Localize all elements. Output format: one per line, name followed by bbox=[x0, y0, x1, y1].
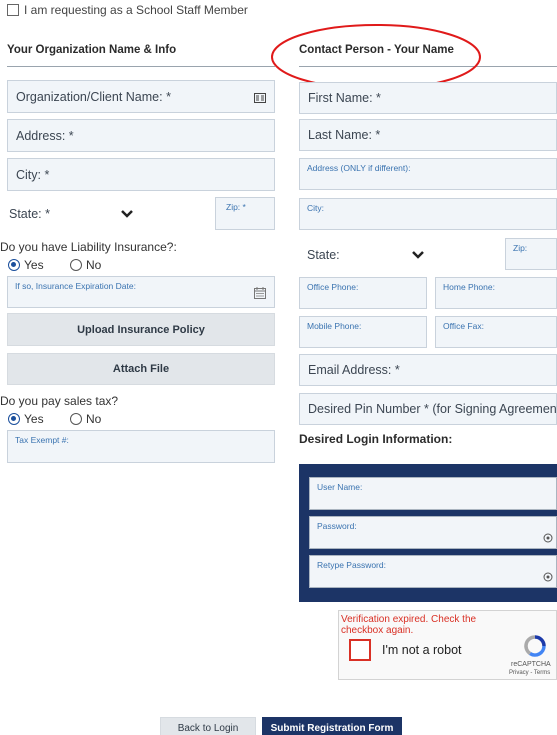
password-input[interactable]: Password: bbox=[309, 516, 557, 549]
org-section-title: Your Organization Name & Info bbox=[7, 44, 177, 56]
contact-city-label: City: bbox=[307, 203, 324, 213]
org-state-select[interactable]: State: * bbox=[7, 197, 147, 231]
liability-yes-radio[interactable] bbox=[8, 259, 20, 271]
pin-input[interactable]: Desired Pin Number * (for Signing Agreem… bbox=[299, 393, 557, 425]
chevron-down-icon bbox=[412, 251, 424, 259]
staff-checkbox[interactable] bbox=[7, 4, 19, 16]
login-section-title: Desired Login Information: bbox=[299, 432, 453, 446]
org-zip-label: Zip: * bbox=[226, 202, 246, 212]
contact-address-label: Address (ONLY if different): bbox=[307, 163, 411, 173]
calendar-icon bbox=[254, 287, 266, 299]
sales-tax-yes-label: Yes bbox=[24, 412, 44, 426]
submit-registration-button[interactable]: Submit Registration Form bbox=[262, 717, 402, 735]
pin-placeholder: Desired Pin Number * (for Signing Agreem… bbox=[308, 402, 557, 416]
office-fax-input[interactable]: Office Fax: bbox=[435, 316, 557, 348]
mobile-phone-label: Mobile Phone: bbox=[307, 321, 362, 331]
mobile-phone-input[interactable]: Mobile Phone: bbox=[299, 316, 427, 348]
org-address-placeholder: Address: * bbox=[16, 128, 74, 143]
back-to-login-button[interactable]: Back to Login bbox=[160, 717, 256, 735]
contact-zip-label: Zip: bbox=[513, 243, 528, 253]
org-name-placeholder: Organization/Client Name: * bbox=[16, 89, 171, 104]
contact-state-placeholder: State: bbox=[307, 248, 340, 262]
org-section-divider bbox=[7, 66, 275, 67]
liability-no-radio[interactable] bbox=[70, 259, 82, 271]
contact-address-input[interactable]: Address (ONLY if different): bbox=[299, 158, 557, 190]
email-input[interactable]: Email Address: * bbox=[299, 354, 557, 386]
insurance-expiration-input[interactable]: If so, Insurance Expiration Date: bbox=[7, 276, 275, 308]
recaptcha-logo-icon bbox=[524, 635, 546, 657]
recaptcha-checkbox[interactable] bbox=[349, 639, 371, 661]
insurance-expiration-label: If so, Insurance Expiration Date: bbox=[15, 281, 136, 291]
org-name-input[interactable]: Organization/Client Name: * bbox=[7, 80, 275, 113]
username-label: User Name: bbox=[317, 482, 363, 492]
sales-tax-no-radio[interactable] bbox=[70, 413, 82, 425]
contact-zip-input[interactable]: Zip: bbox=[505, 238, 557, 270]
org-state-placeholder: State: * bbox=[9, 207, 50, 221]
email-placeholder: Email Address: * bbox=[308, 363, 400, 377]
retype-password-label: Retype Password: bbox=[317, 560, 386, 570]
recaptcha-brand: reCAPTCHA bbox=[511, 661, 551, 668]
login-info-panel: User Name: Password: Retype Password: bbox=[299, 464, 557, 602]
attach-file-button[interactable]: Attach File bbox=[7, 353, 275, 385]
recaptcha-widget: Verification expired. Check the checkbox… bbox=[338, 610, 557, 680]
contact-card-icon bbox=[254, 93, 266, 103]
eye-icon[interactable] bbox=[543, 533, 553, 543]
home-phone-input[interactable]: Home Phone: bbox=[435, 277, 557, 309]
liability-yes-label: Yes bbox=[24, 258, 44, 272]
office-phone-input[interactable]: Office Phone: bbox=[299, 277, 427, 309]
recaptcha-privacy-terms-links[interactable]: Privacy - Terms bbox=[509, 670, 550, 676]
first-name-placeholder: First Name: * bbox=[308, 91, 381, 105]
last-name-placeholder: Last Name: * bbox=[308, 128, 381, 142]
recaptcha-checkbox-label: I'm not a robot bbox=[382, 643, 462, 657]
contact-state-select[interactable]: State: bbox=[299, 238, 439, 272]
home-phone-label: Home Phone: bbox=[443, 282, 495, 292]
liability-question: Do you have Liability Insurance?: bbox=[0, 240, 177, 254]
sales-tax-no-label: No bbox=[86, 412, 102, 426]
contact-city-input[interactable]: City: bbox=[299, 198, 557, 230]
org-address-input[interactable]: Address: * bbox=[7, 119, 275, 152]
recaptcha-expired-message: Verification expired. Check the checkbox… bbox=[341, 614, 477, 636]
first-name-input[interactable]: First Name: * bbox=[299, 82, 557, 114]
sales-tax-question: Do you pay sales tax? bbox=[0, 394, 119, 408]
tax-exempt-input[interactable]: Tax Exempt #: bbox=[7, 430, 275, 463]
upload-insurance-button[interactable]: Upload Insurance Policy bbox=[7, 313, 275, 346]
office-phone-label: Office Phone: bbox=[307, 282, 359, 292]
org-zip-input[interactable]: Zip: * bbox=[215, 197, 275, 230]
liability-no-label: No bbox=[86, 258, 102, 272]
tax-exempt-label: Tax Exempt #: bbox=[15, 435, 69, 445]
chevron-down-icon bbox=[121, 210, 133, 218]
sales-tax-yes-radio[interactable] bbox=[8, 413, 20, 425]
password-label: Password: bbox=[317, 521, 357, 531]
username-input[interactable]: User Name: bbox=[309, 477, 557, 510]
staff-checkbox-label: I am requesting as a School Staff Member bbox=[24, 3, 248, 17]
retype-password-input[interactable]: Retype Password: bbox=[309, 555, 557, 588]
office-fax-label: Office Fax: bbox=[443, 321, 484, 331]
org-city-placeholder: City: * bbox=[16, 167, 50, 182]
last-name-input[interactable]: Last Name: * bbox=[299, 119, 557, 151]
eye-icon[interactable] bbox=[543, 572, 553, 582]
org-city-input[interactable]: City: * bbox=[7, 158, 275, 191]
